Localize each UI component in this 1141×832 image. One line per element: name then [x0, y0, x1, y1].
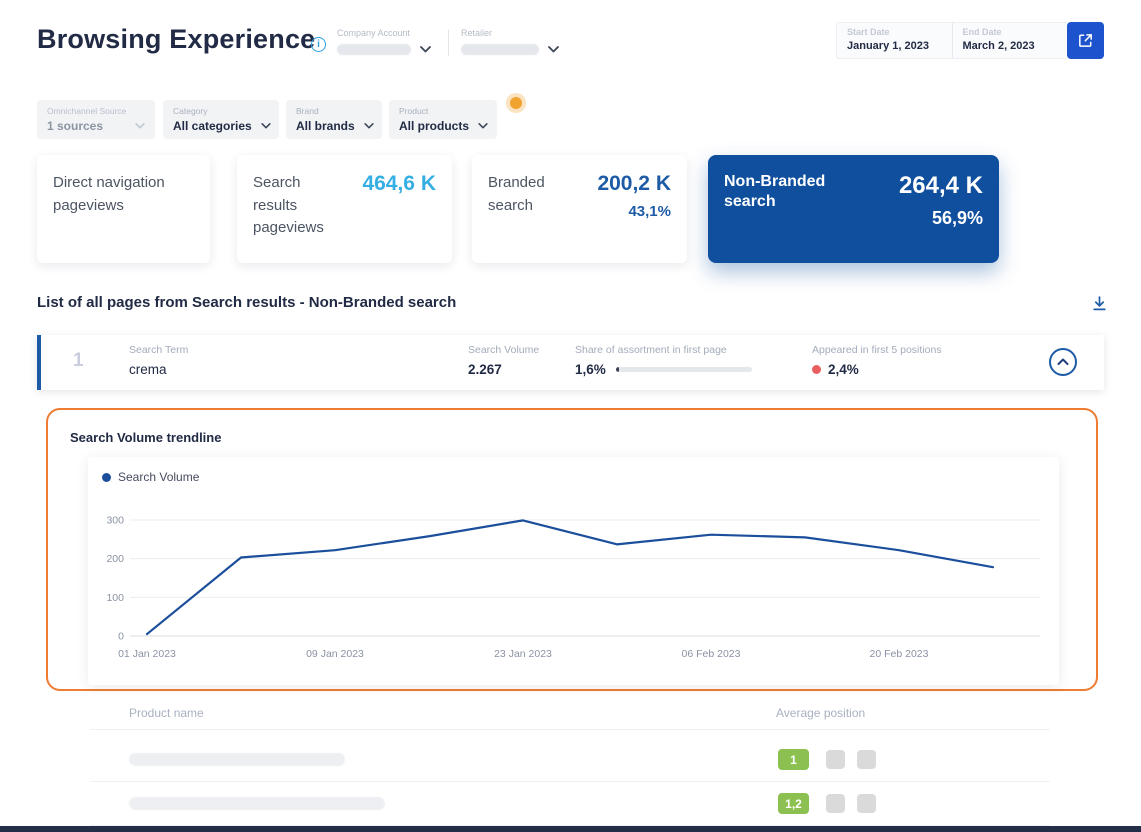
- filter-category[interactable]: Category All categories: [163, 100, 279, 139]
- chevron-down-icon: [135, 123, 145, 129]
- kpi-value: 464,6 K: [362, 172, 436, 246]
- legend-label: Search Volume: [118, 470, 199, 484]
- first-positions-value: 2,4%: [828, 362, 859, 377]
- table-divider: [90, 729, 1050, 730]
- filter-value: All brands: [296, 119, 355, 133]
- filter-value: All categories: [173, 119, 252, 133]
- retailer-value-redacted: [461, 44, 539, 55]
- end-date-field[interactable]: End Date March 2, 2023: [952, 23, 1068, 58]
- product-name-redacted: [129, 753, 345, 766]
- kpi-share: 43,1%: [597, 203, 671, 220]
- kpi-value: 200,2 K: [597, 172, 671, 196]
- filter-product[interactable]: Product All products: [389, 100, 497, 139]
- share-progress-track: [616, 367, 752, 372]
- search-term-label: Search Term: [129, 344, 188, 356]
- column-header-average-position: Average position: [776, 706, 865, 720]
- filter-omnichannel-source[interactable]: Omnichannel Source 1 sources: [37, 100, 155, 139]
- retailer-selector[interactable]: Retailer: [461, 28, 559, 55]
- share-of-assortment-value: 1,6%: [575, 362, 606, 377]
- average-position-badge: 1: [778, 749, 809, 770]
- kpi-label: Non-Branded search: [724, 172, 844, 246]
- page-title: Browsing Experience: [37, 24, 315, 55]
- position-placeholder: [857, 750, 876, 769]
- svg-text:200: 200: [106, 553, 124, 565]
- svg-text:100: 100: [106, 592, 124, 604]
- end-date-label: End Date: [963, 27, 1058, 37]
- search-term-value: crema: [129, 362, 188, 377]
- svg-text:23 Jan 2023: 23 Jan 2023: [494, 648, 552, 660]
- svg-text:09 Jan 2023: 09 Jan 2023: [306, 648, 364, 660]
- end-date-value: March 2, 2023: [963, 40, 1058, 52]
- download-icon: [1091, 295, 1108, 312]
- kpi-label: Direct navigation pageviews: [53, 172, 194, 217]
- search-term-row[interactable]: 1 Search Term crema Search Volume 2.267 …: [37, 335, 1104, 390]
- collapse-row-button[interactable]: [1049, 348, 1077, 376]
- share-of-assortment-label: Share of assortment in first page: [575, 344, 752, 356]
- legend-dot: [102, 473, 111, 482]
- filter-brand[interactable]: Brand All brands: [286, 100, 382, 139]
- average-position-badge: 1,2: [778, 793, 809, 814]
- filter-label: Brand: [296, 106, 372, 116]
- start-date-label: Start Date: [847, 27, 942, 37]
- filter-value: All products: [399, 119, 469, 133]
- retailer-label: Retailer: [461, 28, 559, 38]
- browsing-experience-page: Browsing Experience i Company Account Re…: [0, 0, 1141, 832]
- date-range-picker[interactable]: Start Date January 1, 2023 End Date Marc…: [836, 22, 1067, 59]
- footer-bar: [0, 826, 1141, 832]
- legend-item-search-volume[interactable]: Search Volume: [102, 470, 199, 484]
- filter-label: Category: [173, 106, 269, 116]
- trendline-title: Search Volume trendline: [70, 430, 221, 445]
- start-date-value: January 1, 2023: [847, 40, 942, 52]
- chevron-down-icon: [478, 123, 488, 129]
- chevron-up-icon: [1057, 358, 1069, 366]
- position-placeholder: [857, 794, 876, 813]
- svg-text:300: 300: [106, 515, 124, 527]
- chevron-down-icon: [261, 123, 271, 129]
- kpi-card-non-branded-search-selected[interactable]: Non-Branded search 264,4 K 56,9%: [708, 155, 999, 263]
- company-account-value-redacted: [337, 44, 411, 55]
- share-progress-fill: [616, 367, 619, 372]
- search-volume-trendline-panel: Search Volume trendline Search Volume 01…: [46, 408, 1098, 691]
- section-title: List of all pages from Search results - …: [37, 294, 456, 311]
- row-rank: 1: [73, 350, 84, 372]
- column-header-product-name: Product name: [129, 706, 204, 720]
- chevron-down-icon: [548, 46, 559, 53]
- trendline-chart-card: Search Volume 0 100 200 300 01 Jan 2023 09 Ja…: [88, 457, 1059, 685]
- red-status-dot: [812, 365, 821, 374]
- kpi-label: Search results pageviews: [253, 172, 345, 246]
- export-icon: [1077, 32, 1094, 49]
- info-icon[interactable]: i: [311, 37, 326, 52]
- position-placeholder: [826, 794, 845, 813]
- first-positions-label: Appeared in first 5 positions: [812, 344, 942, 356]
- search-volume-value: 2.267: [468, 362, 539, 377]
- header-divider: [448, 30, 449, 56]
- product-name-redacted: [129, 797, 385, 810]
- search-volume-line-chart: 0 100 200 300 01 Jan 2023 09 Jan 2023 23 Jan 2…: [88, 497, 1058, 682]
- kpi-card-branded-search[interactable]: Branded search 200,2 K 43,1%: [472, 155, 687, 263]
- chevron-down-icon: [364, 123, 374, 129]
- position-placeholder: [826, 750, 845, 769]
- export-button[interactable]: [1067, 22, 1104, 59]
- svg-text:20 Feb 2023: 20 Feb 2023: [870, 648, 929, 660]
- company-account-label: Company Account: [337, 28, 431, 38]
- kpi-card-search-results[interactable]: Search results pageviews 464,6 K: [237, 155, 452, 263]
- start-date-field[interactable]: Start Date January 1, 2023: [837, 23, 952, 58]
- chevron-down-icon: [420, 46, 431, 53]
- kpi-value: 264,4 K: [899, 172, 983, 200]
- onboarding-beacon[interactable]: [510, 97, 522, 109]
- svg-text:06 Feb 2023: 06 Feb 2023: [682, 648, 741, 660]
- company-account-selector[interactable]: Company Account: [337, 28, 431, 55]
- filter-label: Product: [399, 106, 487, 116]
- kpi-label: Branded search: [488, 172, 573, 246]
- download-button[interactable]: [1088, 292, 1110, 314]
- filter-value: 1 sources: [47, 119, 103, 133]
- kpi-share: 56,9%: [899, 208, 983, 229]
- kpi-card-direct-navigation[interactable]: Direct navigation pageviews: [37, 155, 210, 263]
- search-volume-label: Search Volume: [468, 344, 539, 356]
- svg-text:0: 0: [118, 631, 124, 643]
- svg-text:01 Jan 2023: 01 Jan 2023: [118, 648, 176, 660]
- filter-label: Omnichannel Source: [47, 106, 145, 116]
